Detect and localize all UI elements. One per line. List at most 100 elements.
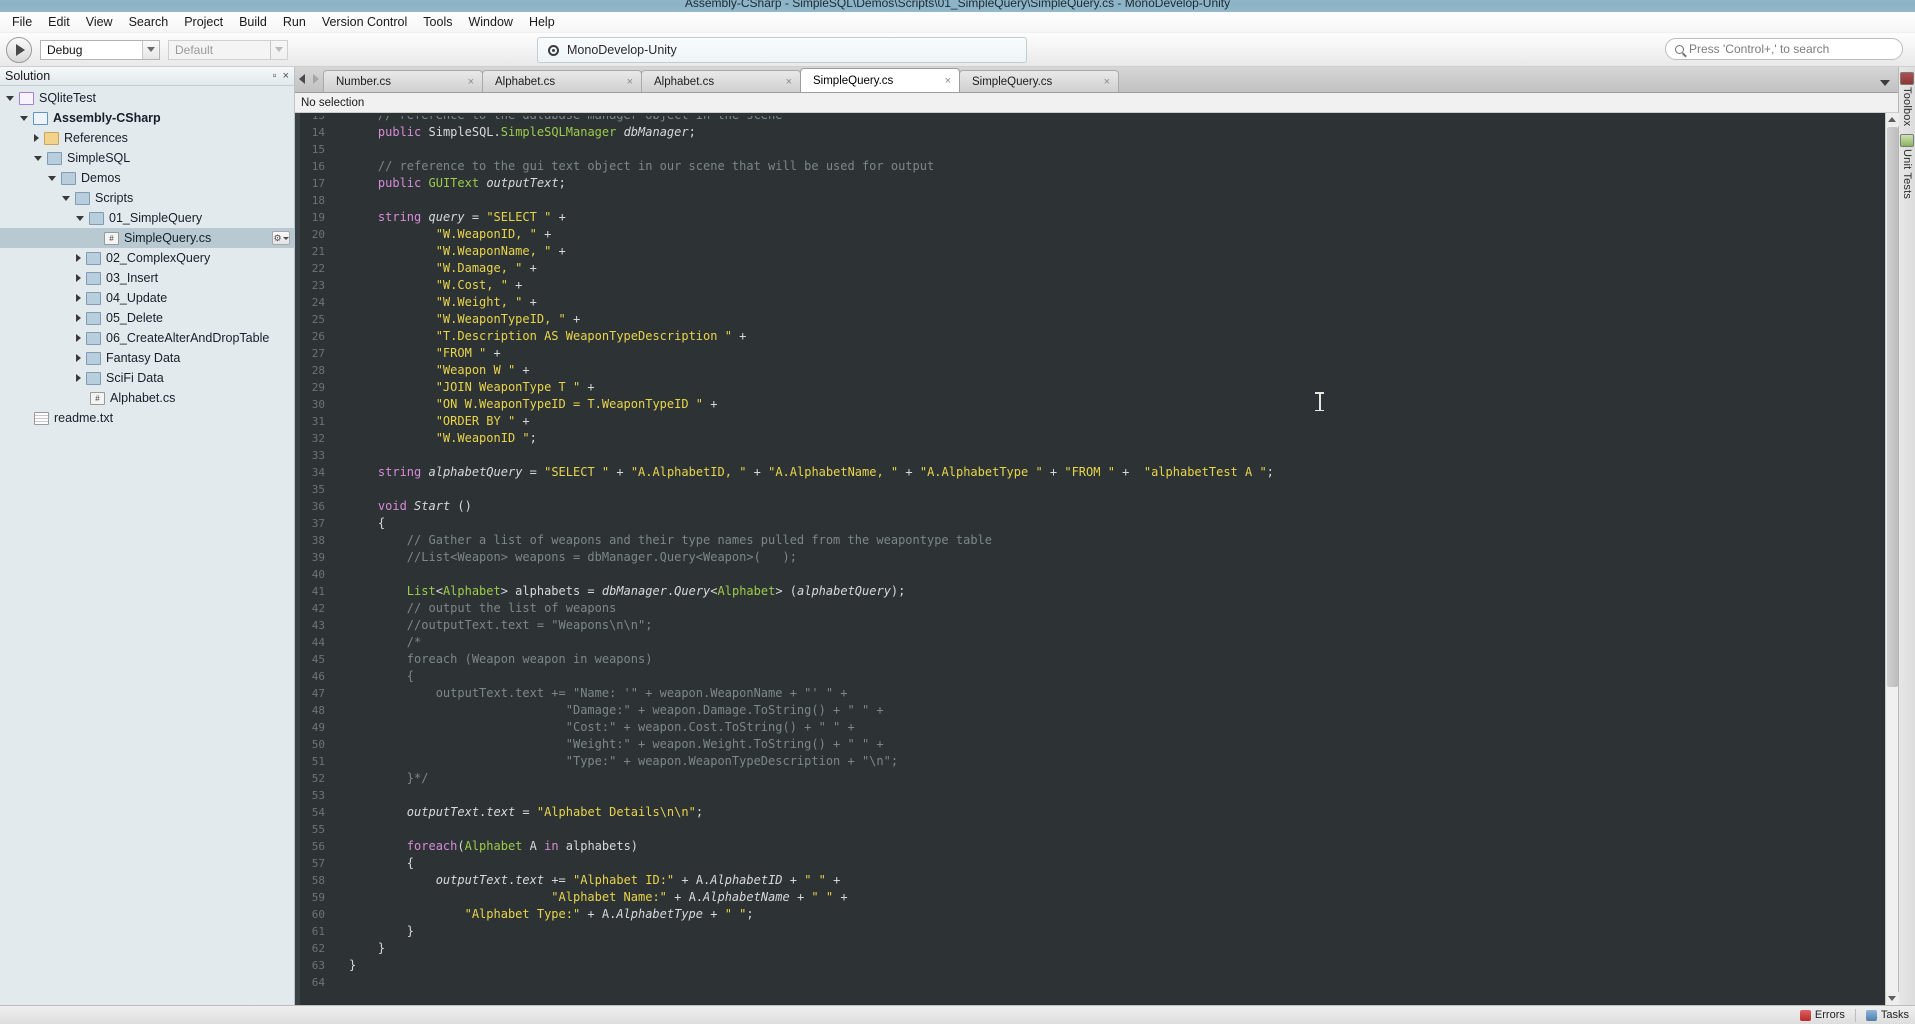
code-line[interactable]: 27 "FROM " +: [295, 345, 1885, 362]
menu-search[interactable]: Search: [121, 13, 177, 31]
code-line[interactable]: 58 outputText.text += "Alphabet ID:" + A…: [295, 872, 1885, 889]
document-tab[interactable]: Alphabet.cs×: [641, 70, 801, 92]
status-item-errors[interactable]: Errors: [1800, 1009, 1845, 1021]
menu-tools[interactable]: Tools: [415, 13, 460, 31]
code-line[interactable]: 21 "W.WeaponName, " +: [295, 243, 1885, 260]
search-input[interactable]: Press 'Control+,' to search: [1665, 38, 1903, 60]
code-line[interactable]: 33: [295, 447, 1885, 464]
code-line[interactable]: 51 "Type:" + weapon.WeaponTypeDescriptio…: [295, 753, 1885, 770]
code-line[interactable]: 22 "W.Damage, " +: [295, 260, 1885, 277]
code-line[interactable]: 15: [295, 141, 1885, 158]
code-line[interactable]: 48 "Damage:" + weapon.Damage.ToString() …: [295, 702, 1885, 719]
menu-project[interactable]: Project: [176, 13, 231, 31]
tab-close-icon[interactable]: ×: [1104, 76, 1110, 88]
scroll-down-icon[interactable]: [1886, 992, 1899, 1005]
tree-node-06-createalteranddroptable[interactable]: 06_CreateAlterAndDropTable: [0, 328, 294, 348]
menu-file[interactable]: File: [4, 13, 40, 31]
tree-node-references[interactable]: References: [0, 128, 294, 148]
tab-close-icon[interactable]: ×: [468, 76, 474, 88]
code-line[interactable]: 52 }*/: [295, 770, 1885, 787]
document-tab[interactable]: Number.cs×: [323, 70, 483, 92]
code-line[interactable]: 36 void Start (): [295, 498, 1885, 515]
tree-node-scifi-data[interactable]: SciFi Data: [0, 368, 294, 388]
code-line[interactable]: 16 // reference to the gui text object i…: [295, 158, 1885, 175]
expander-open-icon[interactable]: [34, 156, 42, 161]
tree-node-sqlitetest[interactable]: SQliteTest: [0, 88, 294, 108]
editor-vertical-scrollbar[interactable]: [1885, 113, 1898, 1005]
menu-help[interactable]: Help: [521, 13, 563, 31]
tree-node-05-delete[interactable]: 05_Delete: [0, 308, 294, 328]
code-line[interactable]: 42 // output the list of weapons: [295, 600, 1885, 617]
expander-open-icon[interactable]: [62, 196, 70, 201]
tree-node-03-insert[interactable]: 03_Insert: [0, 268, 294, 288]
close-icon[interactable]: ×: [283, 71, 289, 82]
tree-node-simplesql[interactable]: SimpleSQL: [0, 148, 294, 168]
platform-select[interactable]: Default: [168, 40, 288, 60]
menu-edit[interactable]: Edit: [40, 13, 78, 31]
code-line[interactable]: 43 //outputText.text = "Weapons\n\n";: [295, 617, 1885, 634]
expander-closed-icon[interactable]: [76, 334, 81, 342]
tree-node-readme-txt[interactable]: readme.txt: [0, 408, 294, 428]
code-line[interactable]: 46 {: [295, 668, 1885, 685]
tree-node-01-simplequery[interactable]: 01_SimpleQuery: [0, 208, 294, 228]
expander-open-icon[interactable]: [48, 176, 56, 181]
document-tab-active[interactable]: SimpleQuery.cs×: [800, 68, 960, 92]
code-line[interactable]: 41 List<Alphabet> alphabets = dbManager.…: [295, 583, 1885, 600]
code-line[interactable]: 49 "Cost:" + weapon.Cost.ToString() + " …: [295, 719, 1885, 736]
code-line[interactable]: 40: [295, 566, 1885, 583]
code-editor[interactable]: 13 // reference to the database manager …: [295, 113, 1885, 1005]
code-line[interactable]: 24 "W.Weight, " +: [295, 294, 1885, 311]
menu-window[interactable]: Window: [460, 13, 520, 31]
code-line[interactable]: 62 }: [295, 940, 1885, 957]
tree-node-04-update[interactable]: 04_Update: [0, 288, 294, 308]
code-line[interactable]: 55: [295, 821, 1885, 838]
code-line[interactable]: 32 "W.WeaponID ";: [295, 430, 1885, 447]
code-line[interactable]: 25 "W.WeaponTypeID, " +: [295, 311, 1885, 328]
gear-icon[interactable]: ⚙: [272, 231, 290, 245]
code-line[interactable]: 38 // Gather a list of weapons and their…: [295, 532, 1885, 549]
document-tab[interactable]: Alphabet.cs×: [482, 70, 642, 92]
code-line[interactable]: 64: [295, 974, 1885, 991]
code-line[interactable]: 39 //List<Weapon> weapons = dbManager.Qu…: [295, 549, 1885, 566]
run-button[interactable]: [6, 37, 32, 63]
expander-closed-icon[interactable]: [76, 274, 81, 282]
minimize-icon[interactable]: ▫: [273, 71, 277, 82]
menu-build[interactable]: Build: [231, 13, 275, 31]
tree-node-fantasy-data[interactable]: Fantasy Data: [0, 348, 294, 368]
scroll-up-icon[interactable]: [1886, 113, 1899, 126]
code-line[interactable]: 44 /*: [295, 634, 1885, 651]
dock-item-unit-tests[interactable]: Unit Tests: [1900, 134, 1914, 199]
tab-overflow-button[interactable]: [1880, 80, 1890, 86]
code-line[interactable]: 18: [295, 192, 1885, 209]
tree-node-assembly-csharp[interactable]: Assembly-CSharp: [0, 108, 294, 128]
expander-closed-icon[interactable]: [76, 294, 81, 302]
code-line[interactable]: 30 "ON W.WeaponTypeID = T.WeaponTypeID "…: [295, 396, 1885, 413]
expander-closed-icon[interactable]: [76, 314, 81, 322]
expander-closed-icon[interactable]: [76, 374, 81, 382]
tree-node-02-complexquery[interactable]: 02_ComplexQuery: [0, 248, 294, 268]
code-line[interactable]: 37 {: [295, 515, 1885, 532]
menu-version-control[interactable]: Version Control: [314, 13, 415, 31]
status-display[interactable]: MonoDevelop-Unity: [537, 37, 1027, 63]
code-line[interactable]: 50 "Weight:" + weapon.Weight.ToString() …: [295, 736, 1885, 753]
code-line[interactable]: 45 foreach (Weapon weapon in weapons): [295, 651, 1885, 668]
configuration-select[interactable]: Debug: [40, 40, 160, 60]
tab-prev-icon[interactable]: [299, 74, 305, 84]
code-line[interactable]: 19 string query = "SELECT " +: [295, 209, 1885, 226]
code-line[interactable]: 29 "JOIN WeaponType T " +: [295, 379, 1885, 396]
scrollbar-thumb[interactable]: [1887, 127, 1898, 687]
code-line[interactable]: 34 string alphabetQuery = "SELECT " + "A…: [295, 464, 1885, 481]
expander-closed-icon[interactable]: [34, 134, 39, 142]
code-line[interactable]: 56 foreach(Alphabet A in alphabets): [295, 838, 1885, 855]
code-line[interactable]: 23 "W.Cost, " +: [295, 277, 1885, 294]
menu-run[interactable]: Run: [275, 13, 314, 31]
code-line[interactable]: 14 public SimpleSQL.SimpleSQLManager dbM…: [295, 124, 1885, 141]
tab-close-icon[interactable]: ×: [627, 76, 633, 88]
code-line[interactable]: 47 outputText.text += "Name: '" + weapon…: [295, 685, 1885, 702]
expander-open-icon[interactable]: [20, 116, 28, 121]
tree-node-scripts[interactable]: Scripts: [0, 188, 294, 208]
tab-next-icon[interactable]: [313, 74, 319, 84]
code-line[interactable]: 17 public GUIText outputText;: [295, 175, 1885, 192]
code-line[interactable]: 59 "Alphabet Name:" + A.AlphabetName + "…: [295, 889, 1885, 906]
code-line[interactable]: 54 outputText.text = "Alphabet Details\n…: [295, 804, 1885, 821]
